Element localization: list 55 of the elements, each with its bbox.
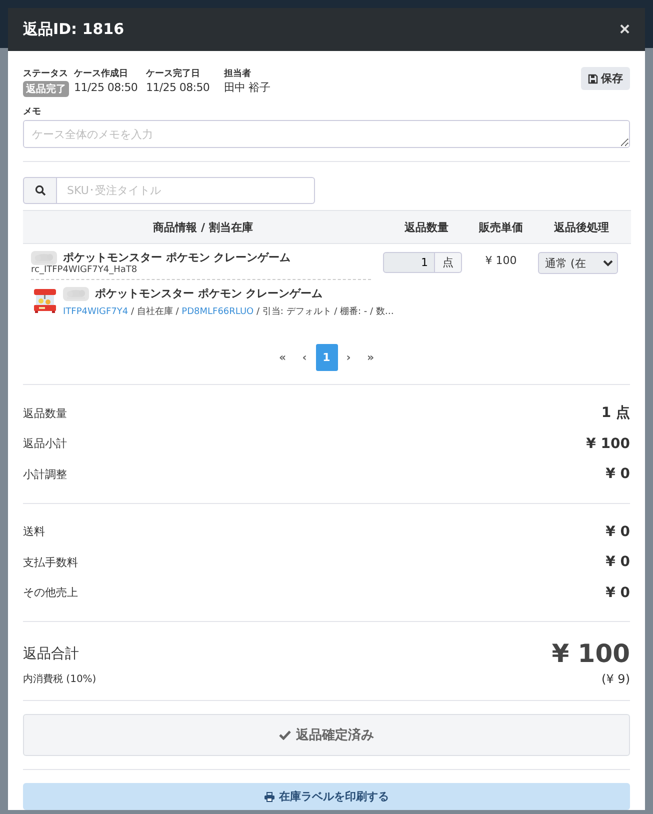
summary-label: 支払手数料 (23, 554, 78, 570)
chevron-down-icon (603, 260, 613, 266)
summary-label: その他売上 (23, 585, 78, 600)
print-button[interactable]: 在庫ラベルを印刷する (23, 783, 630, 810)
tax-label: 内消費税 (10%) (23, 672, 96, 686)
summary-label: 返品数量 (23, 406, 67, 421)
info-label: ケース作成日 (74, 67, 129, 80)
summary-value: ¥ 100 (586, 436, 630, 452)
info-value: 11/25 08:50 (146, 81, 211, 95)
stock-name: ポケットモンスター ポケモン クレーンゲーム (95, 286, 323, 301)
sku-text: rc_ITFP4WIGF7Y4_HaT8 (31, 265, 138, 275)
page-button[interactable]: ‹ (294, 344, 316, 371)
summary-value: 1 点 (601, 404, 630, 422)
total-value: ¥ 100 (552, 639, 630, 668)
tax-value: (¥ 9) (602, 672, 630, 686)
memo-field[interactable]: ケース全体のメモを入力 (23, 120, 630, 148)
stock-details: ITFP4WIGF7Y4 / 自社在庫 / PD8MLF66RLUO / 引当: デフォルト / 棚番: - / 数… (63, 306, 394, 318)
summary-label: 送料 (23, 524, 45, 540)
summary-label: 返品小計 (23, 436, 67, 452)
memo-label: メモ (23, 106, 42, 118)
info-value: 田中 裕子 (224, 81, 271, 95)
modal-title: 返品ID: 1816 (23, 20, 124, 39)
page-button[interactable]: › (338, 344, 360, 371)
stock-link[interactable]: ITFP4WIGF7Y4 (63, 307, 128, 317)
summary-value: ¥ 0 (606, 584, 630, 601)
info-label: 担当者 (224, 67, 252, 80)
close-button[interactable]: × (619, 19, 630, 40)
summary-value: ¥ 0 (606, 554, 630, 570)
info-label: ステータス (23, 68, 69, 80)
search-field[interactable]: SKU･受注タイトル (57, 177, 315, 204)
page-button[interactable]: 1 (316, 344, 338, 371)
summary-label: 小計調整 (23, 466, 67, 482)
page-button[interactable]: « (272, 344, 294, 371)
unit-label: 点 (435, 252, 462, 273)
status-badge: 返品完了 (23, 81, 69, 97)
column-header: 商品情報 / 割当在庫 (23, 210, 383, 244)
summary-value: ¥ 0 (606, 466, 630, 482)
unit-price: ¥ 100 (485, 253, 517, 267)
column-header: 返品数量 (383, 210, 470, 244)
column-header: 販売単価 (470, 210, 532, 244)
action-select[interactable]: 通常 (在 (538, 252, 618, 274)
column-header: 返品後処理 (532, 210, 631, 244)
search-button[interactable] (23, 177, 57, 204)
page-button[interactable]: » (360, 344, 382, 371)
check-icon (279, 730, 291, 740)
quantity-field[interactable]: 1 (383, 252, 435, 273)
product-name: ポケットモンスター ポケモン クレーンゲーム (63, 250, 291, 265)
summary-value: ¥ 0 (606, 524, 630, 540)
printer-icon (264, 792, 275, 802)
info-label: ケース完了日 (146, 67, 201, 80)
total-label: 返品合計 (23, 644, 79, 662)
stock-link[interactable]: PD8MLF66RLUO (182, 307, 254, 317)
save-button[interactable]: 保存 (581, 67, 630, 90)
search-icon (34, 185, 46, 196)
info-value: 11/25 08:50 (74, 81, 139, 95)
